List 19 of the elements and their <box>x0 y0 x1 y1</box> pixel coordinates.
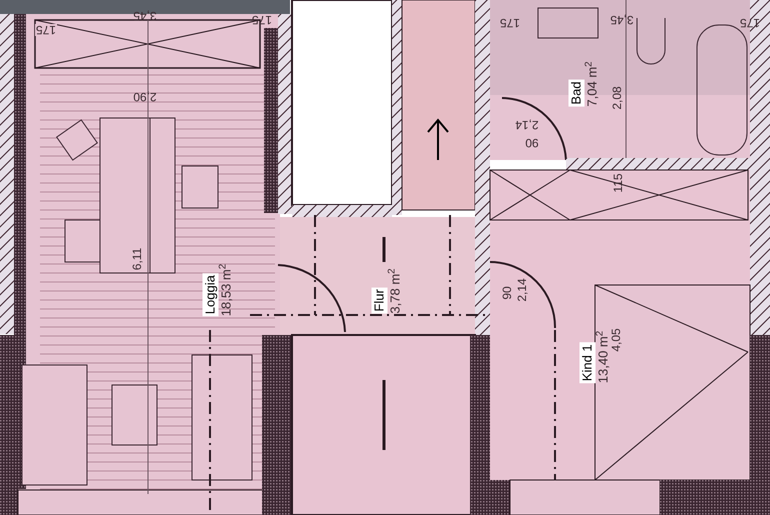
room-name: Flur <box>372 287 388 314</box>
dimension-label: 90 <box>525 137 539 149</box>
dimension-label: 6,11 <box>131 248 143 270</box>
dimension-label: 3,45 <box>610 14 634 26</box>
dimension-label: 175 <box>500 17 520 29</box>
dimension-label: 2,14 <box>516 278 528 302</box>
room-name: Bad <box>568 79 584 107</box>
dimension-label: 4,05 <box>610 328 622 352</box>
room-name: Loggia <box>202 273 218 316</box>
dimension-label: 175 <box>34 24 58 36</box>
dimension-label: 2,90 <box>133 91 157 103</box>
dimension-label: 175 <box>740 17 760 29</box>
dimension-label: 115 <box>612 173 624 193</box>
dimension-label: 2,08 <box>611 86 623 110</box>
dimension-label: 175 <box>252 14 272 26</box>
room-name: Kind 1 <box>580 342 596 384</box>
dimension-label: 90 <box>501 286 513 300</box>
dimension-label: 3,45 <box>133 10 157 22</box>
dimension-label: 2,14 <box>515 119 539 131</box>
